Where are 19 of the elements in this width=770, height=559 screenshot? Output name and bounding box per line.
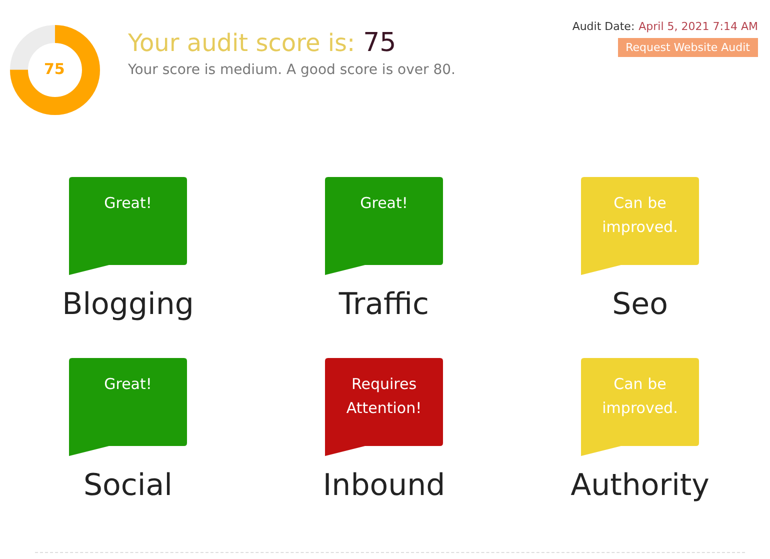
category-name: Blogging (62, 287, 194, 322)
status-bubble: Great! (325, 177, 443, 275)
category-name: Inbound (322, 468, 446, 503)
status-bubble: Can be improved. (581, 358, 699, 456)
audit-date-label: Audit Date: (572, 20, 635, 33)
audit-date: April 5, 2021 7:14 AM (638, 20, 758, 33)
status-bubble: Requires Attention! (325, 358, 443, 456)
score-value: 75 (44, 60, 65, 78)
category-name: Social (84, 468, 172, 503)
category-name: Seo (612, 287, 668, 322)
status-bubble: Great! (69, 358, 187, 456)
category-name: Traffic (338, 287, 430, 322)
status-bubble: Great! (69, 177, 187, 275)
score-heading: Your audit score is: (128, 29, 356, 57)
score-summary: Your score is medium. A good score is over 80. (128, 62, 456, 78)
request-audit-button[interactable]: Request Website Audit (618, 38, 758, 57)
category-name: Authority (570, 468, 710, 503)
status-bubble: Can be improved. (581, 177, 699, 275)
score-number: 75 (363, 28, 396, 58)
